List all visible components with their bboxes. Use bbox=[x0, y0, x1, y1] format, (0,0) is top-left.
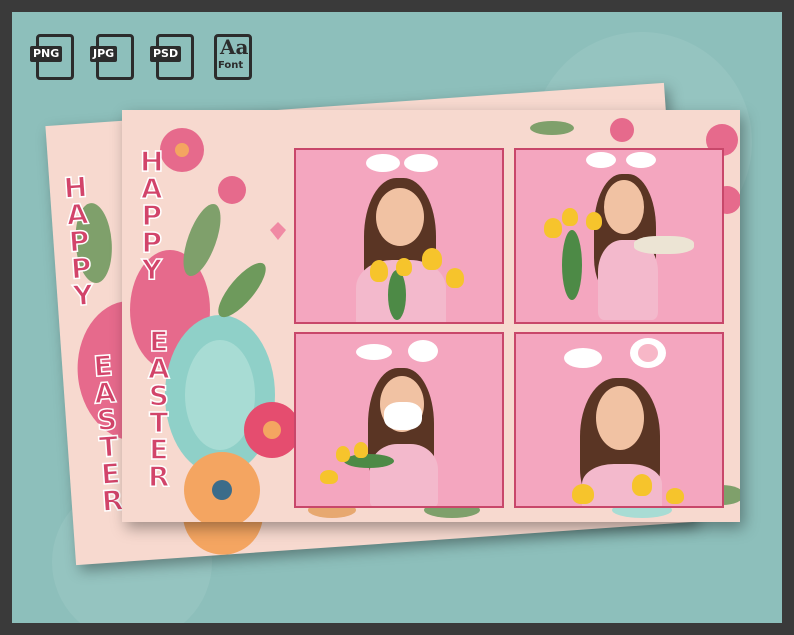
easter-text: EASTER bbox=[147, 325, 170, 493]
png-file-icon: PNG bbox=[30, 32, 76, 80]
photo-slot-3 bbox=[294, 332, 504, 508]
photo-slot-2 bbox=[514, 148, 724, 324]
photo-slot-1 bbox=[294, 148, 504, 324]
format-label: PNG bbox=[30, 46, 63, 62]
psd-file-icon: PSD bbox=[150, 32, 196, 80]
photo-slot-4 bbox=[514, 332, 724, 508]
format-label: PSD bbox=[150, 46, 182, 62]
file-format-badges: PNG JPG PSD Aa Font bbox=[30, 32, 256, 80]
font-file-icon: Aa Font bbox=[210, 32, 256, 80]
font-label: Font bbox=[218, 60, 244, 71]
jpg-file-icon: JPG bbox=[90, 32, 136, 80]
happy-text: HAPPY bbox=[139, 145, 164, 286]
font-glyph: Aa bbox=[220, 35, 249, 59]
format-label: JPG bbox=[90, 46, 118, 62]
preview-canvas: PNG JPG PSD Aa Font HAPPY EASTER H A P P… bbox=[12, 12, 782, 623]
photo-strip-card-front: HAPPY EASTER bbox=[122, 110, 740, 522]
